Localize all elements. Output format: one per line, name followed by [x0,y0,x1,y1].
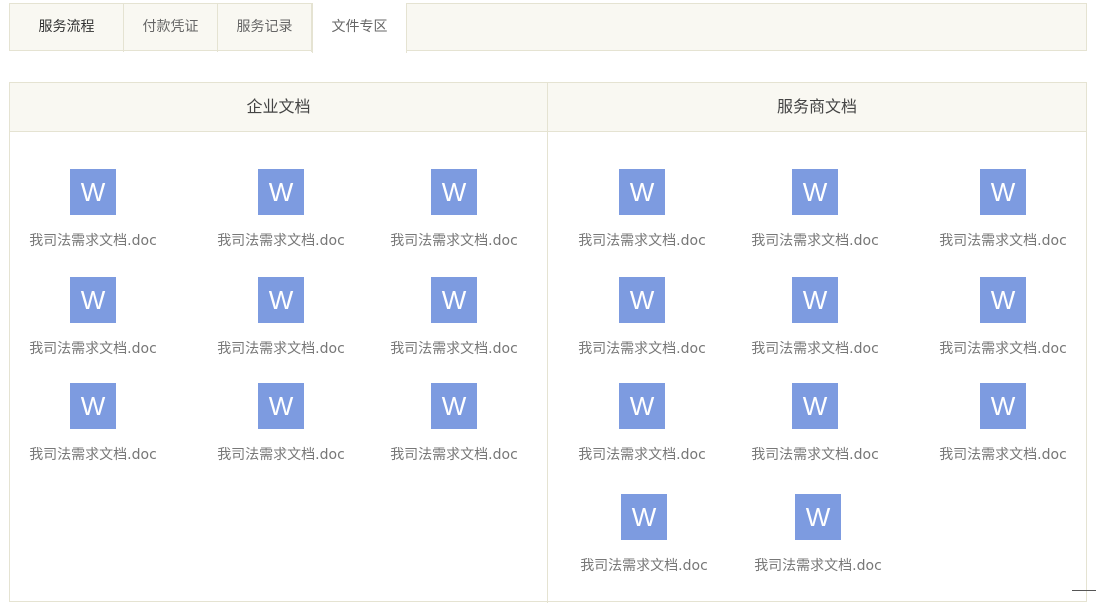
doc-file-item[interactable]: W 我司法需求文档.doc [569,494,719,575]
doc-file-name: 我司法需求文档.doc [567,444,717,464]
doc-file-item[interactable]: W 我司法需求文档.doc [928,169,1078,250]
doc-file-name: 我司法需求文档.doc [928,338,1078,358]
word-doc-icon: W [621,494,667,540]
provider-docs-title: 服务商文档 [548,83,1086,132]
doc-file-item[interactable]: W 我司法需求文档.doc [928,277,1078,358]
tab-bar: 服务流程 付款凭证 服务记录 文件专区 [9,3,1087,51]
word-doc-icon: W [619,277,665,323]
doc-file-item[interactable]: W 我司法需求文档.doc [206,169,356,250]
doc-file-name: 我司法需求文档.doc [567,338,717,358]
doc-file-name: 我司法需求文档.doc [379,444,529,464]
doc-file-item[interactable]: W 我司法需求文档.doc [740,277,890,358]
doc-file-name: 我司法需求文档.doc [740,338,890,358]
doc-file-item[interactable]: W 我司法需求文档.doc [928,383,1078,464]
word-doc-icon: W [258,383,304,429]
word-doc-icon: W [431,383,477,429]
word-doc-icon: W [70,383,116,429]
doc-file-name: 我司法需求文档.doc [740,444,890,464]
word-doc-icon: W [70,169,116,215]
enterprise-docs-title: 企业文档 [10,83,547,132]
doc-file-name: 我司法需求文档.doc [569,555,719,575]
word-doc-icon: W [980,277,1026,323]
word-doc-icon: W [980,383,1026,429]
doc-file-item[interactable]: W 我司法需求文档.doc [18,169,168,250]
word-doc-icon: W [980,169,1026,215]
doc-file-name: 我司法需求文档.doc [928,230,1078,250]
enterprise-docs-column: 企业文档 W 我司法需求文档.doc W 我司法需求文档.doc W 我司法需求文档.do… [10,83,548,603]
doc-file-name: 我司法需求文档.doc [740,230,890,250]
doc-file-item[interactable]: W 我司法需求文档.doc [567,169,717,250]
doc-file-item[interactable]: W 我司法需求文档.doc [379,169,529,250]
doc-file-name: 我司法需求文档.doc [18,230,168,250]
doc-file-item[interactable]: W 我司法需求文档.doc [740,383,890,464]
doc-file-name: 我司法需求文档.doc [18,338,168,358]
tab-file-area[interactable]: 文件专区 [312,3,407,53]
tab-service-process[interactable]: 服务流程 [10,3,124,52]
provider-docs-column: 服务商文档 W 我司法需求文档.doc W 我司法需求文档.doc W 我司法需求文档.d… [548,83,1086,603]
word-doc-icon: W [792,383,838,429]
word-doc-icon: W [619,383,665,429]
doc-file-name: 我司法需求文档.doc [928,444,1078,464]
doc-file-name: 我司法需求文档.doc [206,444,356,464]
doc-file-item[interactable]: W 我司法需求文档.doc [567,277,717,358]
tab-service-records[interactable]: 服务记录 [218,3,312,52]
doc-file-name: 我司法需求文档.doc [379,338,529,358]
word-doc-icon: W [431,169,477,215]
word-doc-icon: W [795,494,841,540]
doc-file-item[interactable]: W 我司法需求文档.doc [18,277,168,358]
doc-file-item[interactable]: W 我司法需求文档.doc [206,383,356,464]
word-doc-icon: W [70,277,116,323]
file-area-panel: 企业文档 W 我司法需求文档.doc W 我司法需求文档.doc W 我司法需求文档.do… [9,82,1087,602]
word-doc-icon: W [792,169,838,215]
word-doc-icon: W [258,277,304,323]
doc-file-item[interactable]: W 我司法需求文档.doc [740,169,890,250]
doc-file-item[interactable]: W 我司法需求文档.doc [18,383,168,464]
doc-file-name: 我司法需求文档.doc [743,555,893,575]
word-doc-icon: W [431,277,477,323]
doc-file-item[interactable]: W 我司法需求文档.doc [379,383,529,464]
tab-payment-proof[interactable]: 付款凭证 [124,3,218,52]
word-doc-icon: W [792,277,838,323]
doc-file-item[interactable]: W 我司法需求文档.doc [379,277,529,358]
doc-file-item[interactable]: W 我司法需求文档.doc [206,277,356,358]
doc-file-name: 我司法需求文档.doc [379,230,529,250]
doc-file-item[interactable]: W 我司法需求文档.doc [567,383,717,464]
doc-file-item[interactable]: W 我司法需求文档.doc [743,494,893,575]
word-doc-icon: W [619,169,665,215]
doc-file-name: 我司法需求文档.doc [18,444,168,464]
doc-file-name: 我司法需求文档.doc [206,230,356,250]
word-doc-icon: W [258,169,304,215]
doc-file-name: 我司法需求文档.doc [567,230,717,250]
doc-file-name: 我司法需求文档.doc [206,338,356,358]
